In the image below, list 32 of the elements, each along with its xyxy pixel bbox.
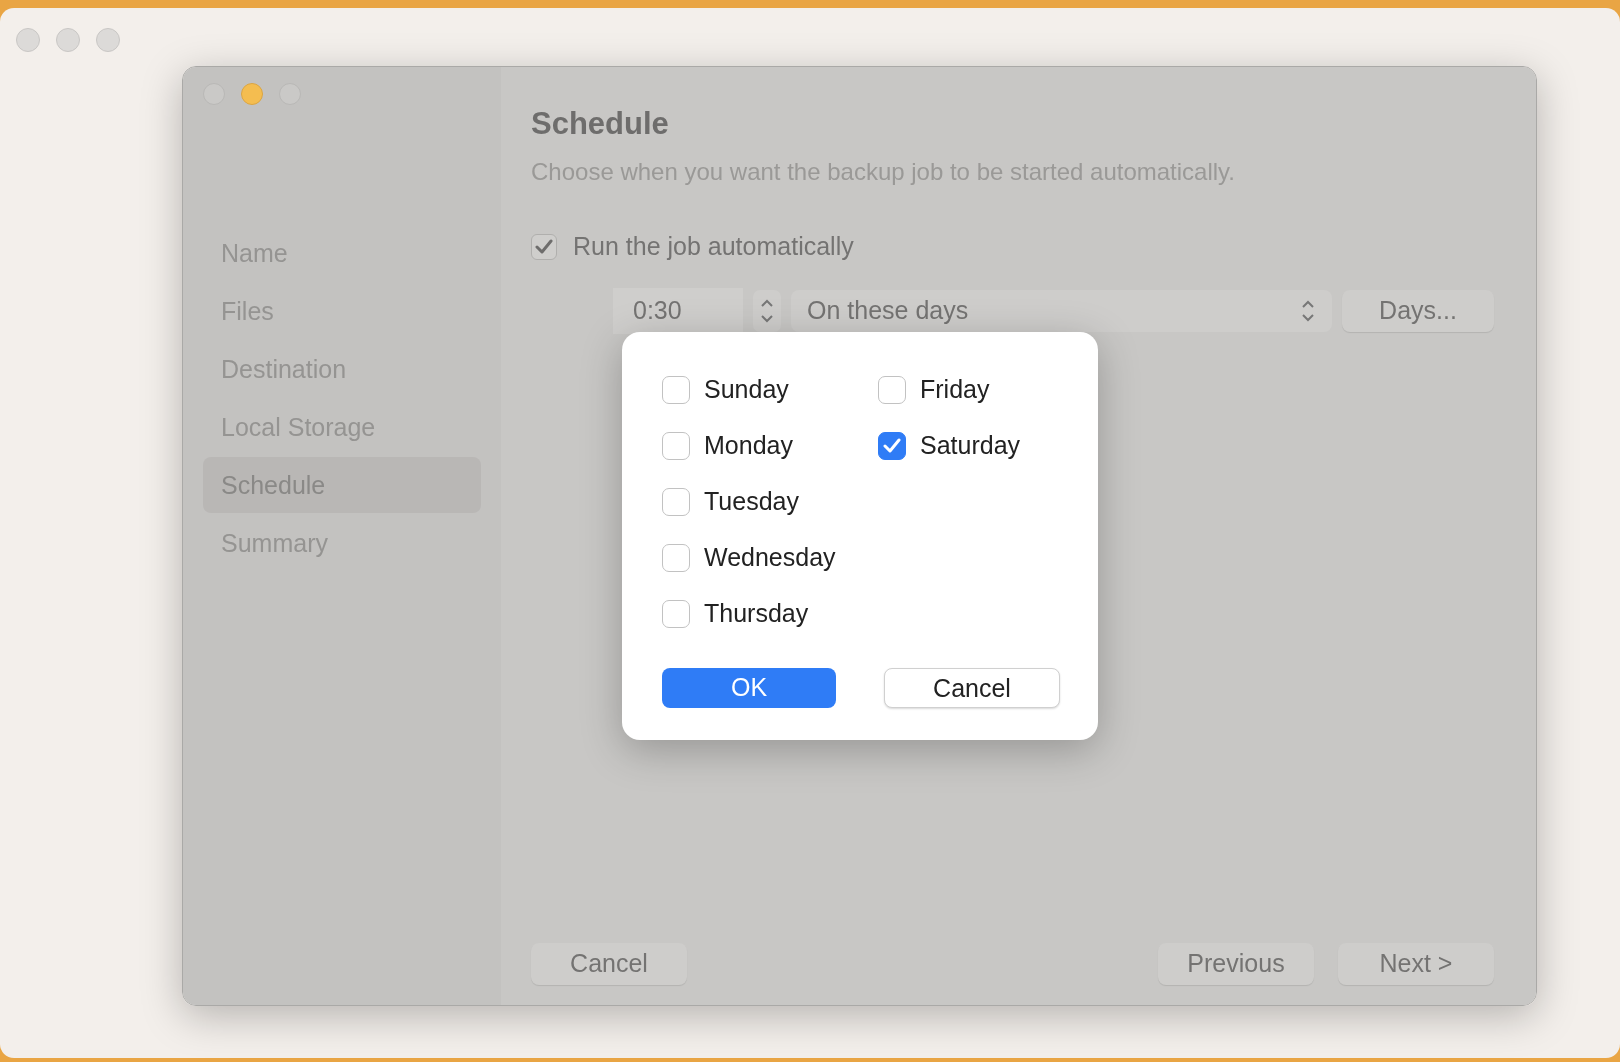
day-label: Sunday [704,374,789,406]
checkmark-icon [883,438,901,454]
ok-button[interactable]: OK [662,668,836,708]
close-icon[interactable] [16,28,40,52]
day-checkbox[interactable] [662,432,690,460]
next-button[interactable]: Next > [1338,943,1494,985]
day-label: Monday [704,430,793,462]
stepper-icon[interactable] [753,289,781,332]
day-checkbox[interactable] [878,376,906,404]
day-checkbox[interactable] [662,544,690,572]
previous-button[interactable]: Previous [1158,943,1314,985]
frequency-dropdown[interactable]: On these days [791,289,1332,332]
day-label: Thursday [704,598,809,630]
day-checkbox[interactable] [662,488,690,516]
day-checkbox[interactable] [662,376,690,404]
page-title: Schedule [531,105,670,143]
zoom-icon[interactable] [96,28,120,52]
time-field[interactable]: 0:30 [613,287,743,334]
checkbox-label: Run the job automatically [573,231,854,263]
day-label: Wednesday [704,542,836,574]
day-checkbox[interactable] [878,432,906,460]
day-label: Friday [920,374,990,406]
day-checkbox[interactable] [662,600,690,628]
day-label: Tuesday [704,486,799,518]
run-checkbox[interactable] [531,233,557,260]
cancel-button[interactable]: Cancel [884,668,1060,708]
minimize-icon[interactable] [56,28,80,52]
checkmark-icon [535,238,553,255]
minimize-icon[interactable] [241,83,263,105]
cancel-button[interactable]: Cancel [531,943,687,985]
days-button[interactable]: Days... [1342,289,1494,332]
day-label: Saturday [920,430,1021,462]
